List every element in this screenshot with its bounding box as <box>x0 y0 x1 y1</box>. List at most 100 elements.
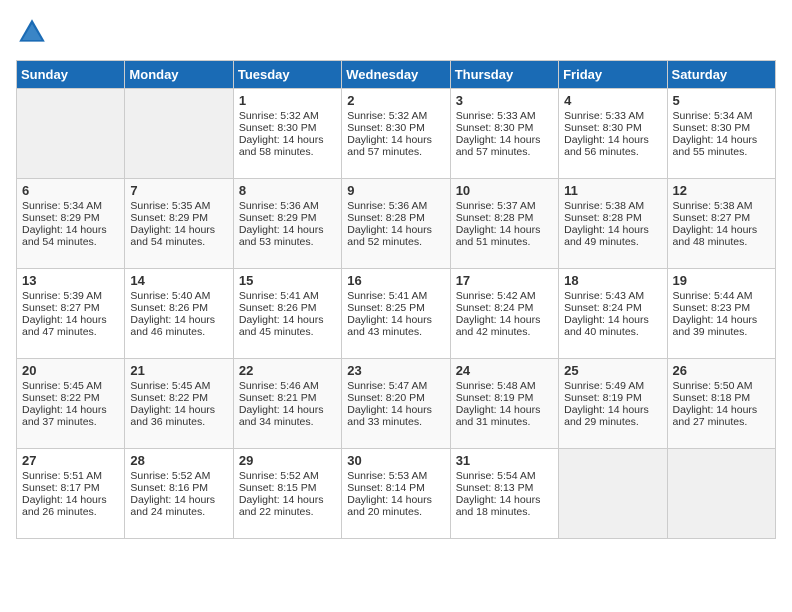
daylight: Daylight: 14 hours and 22 minutes. <box>239 494 324 518</box>
sunrise: Sunrise: 5:46 AM <box>239 380 319 392</box>
sunrise: Sunrise: 5:34 AM <box>673 110 753 122</box>
week-row-1: 1Sunrise: 5:32 AMSunset: 8:30 PMDaylight… <box>17 89 776 179</box>
daylight: Daylight: 14 hours and 54 minutes. <box>130 224 215 248</box>
calendar-cell: 31Sunrise: 5:54 AMSunset: 8:13 PMDayligh… <box>450 449 558 539</box>
calendar-cell: 1Sunrise: 5:32 AMSunset: 8:30 PMDaylight… <box>233 89 341 179</box>
day-number: 28 <box>130 453 227 468</box>
page-header <box>16 16 776 48</box>
sunset: Sunset: 8:20 PM <box>347 392 425 404</box>
calendar-cell: 16Sunrise: 5:41 AMSunset: 8:25 PMDayligh… <box>342 269 450 359</box>
calendar-cell: 4Sunrise: 5:33 AMSunset: 8:30 PMDaylight… <box>559 89 667 179</box>
daylight: Daylight: 14 hours and 27 minutes. <box>673 404 758 428</box>
sunrise: Sunrise: 5:49 AM <box>564 380 644 392</box>
day-number: 21 <box>130 363 227 378</box>
sunset: Sunset: 8:30 PM <box>347 122 425 134</box>
header-day-saturday: Saturday <box>667 61 775 89</box>
calendar-cell: 28Sunrise: 5:52 AMSunset: 8:16 PMDayligh… <box>125 449 233 539</box>
sunrise: Sunrise: 5:40 AM <box>130 290 210 302</box>
calendar-cell: 7Sunrise: 5:35 AMSunset: 8:29 PMDaylight… <box>125 179 233 269</box>
sunset: Sunset: 8:19 PM <box>456 392 534 404</box>
day-number: 19 <box>673 273 770 288</box>
day-number: 11 <box>564 183 661 198</box>
sunset: Sunset: 8:26 PM <box>130 302 208 314</box>
day-number: 10 <box>456 183 553 198</box>
day-number: 18 <box>564 273 661 288</box>
calendar-cell: 8Sunrise: 5:36 AMSunset: 8:29 PMDaylight… <box>233 179 341 269</box>
sunrise: Sunrise: 5:52 AM <box>130 470 210 482</box>
daylight: Daylight: 14 hours and 42 minutes. <box>456 314 541 338</box>
sunset: Sunset: 8:30 PM <box>239 122 317 134</box>
sunset: Sunset: 8:28 PM <box>456 212 534 224</box>
sunrise: Sunrise: 5:36 AM <box>239 200 319 212</box>
sunset: Sunset: 8:28 PM <box>347 212 425 224</box>
sunrise: Sunrise: 5:44 AM <box>673 290 753 302</box>
calendar-cell: 19 Sunrise: 5:44 AMSunset: 8:23 PMDayligh… <box>667 269 775 359</box>
day-number: 25 <box>564 363 661 378</box>
sunset: Sunset: 8:13 PM <box>456 482 534 494</box>
sunrise: Sunrise: 5:33 AM <box>564 110 644 122</box>
calendar-cell: 14Sunrise: 5:40 AMSunset: 8:26 PMDayligh… <box>125 269 233 359</box>
day-number: 6 <box>22 183 119 198</box>
sunset: Sunset: 8:26 PM <box>239 302 317 314</box>
calendar-cell <box>667 449 775 539</box>
sunrise: Sunrise: 5:53 AM <box>347 470 427 482</box>
sunrise: Sunrise: 5:45 AM <box>130 380 210 392</box>
calendar-cell: 26Sunrise: 5:50 AMSunset: 8:18 PMDayligh… <box>667 359 775 449</box>
day-number: 13 <box>22 273 119 288</box>
daylight: Daylight: 14 hours and 52 minutes. <box>347 224 432 248</box>
logo-icon <box>16 16 48 48</box>
sunrise: Sunrise: 5:43 AM <box>564 290 644 302</box>
daylight: Daylight: 14 hours and 48 minutes. <box>673 224 758 248</box>
calendar-cell: 3Sunrise: 5:33 AMSunset: 8:30 PMDaylight… <box>450 89 558 179</box>
daylight: Daylight: 14 hours and 49 minutes. <box>564 224 649 248</box>
sunrise: Sunrise: 5:32 AM <box>347 110 427 122</box>
daylight: Daylight: 14 hours and 29 minutes. <box>564 404 649 428</box>
sunset: Sunset: 8:30 PM <box>456 122 534 134</box>
calendar-cell: 2 Sunrise: 5:32 AMSunset: 8:30 PMDaylight… <box>342 89 450 179</box>
day-number: 4 <box>564 93 661 108</box>
day-number: 8 <box>239 183 336 198</box>
sunset: Sunset: 8:23 PM <box>673 302 751 314</box>
daylight: Daylight: 14 hours and 51 minutes. <box>456 224 541 248</box>
day-number: 20 <box>22 363 119 378</box>
day-number: 3 <box>456 93 553 108</box>
day-number: 1 <box>239 93 336 108</box>
week-row-2: 6Sunrise: 5:34 AMSunset: 8:29 PMDaylight… <box>17 179 776 269</box>
day-number: 29 <box>239 453 336 468</box>
sunset: Sunset: 8:25 PM <box>347 302 425 314</box>
sunset: Sunset: 8:22 PM <box>130 392 208 404</box>
day-number: 9 <box>347 183 444 198</box>
sunset: Sunset: 8:14 PM <box>347 482 425 494</box>
header-day-wednesday: Wednesday <box>342 61 450 89</box>
header-day-thursday: Thursday <box>450 61 558 89</box>
day-number: 2 <box>347 93 444 108</box>
daylight: Daylight: 14 hours and 39 minutes. <box>673 314 758 338</box>
sunset: Sunset: 8:16 PM <box>130 482 208 494</box>
day-number: 14 <box>130 273 227 288</box>
sunrise: Sunrise: 5:38 AM <box>673 200 753 212</box>
header-day-sunday: Sunday <box>17 61 125 89</box>
calendar-cell: 30Sunrise: 5:53 AMSunset: 8:14 PMDayligh… <box>342 449 450 539</box>
day-number: 22 <box>239 363 336 378</box>
daylight: Daylight: 14 hours and 45 minutes. <box>239 314 324 338</box>
day-number: 30 <box>347 453 444 468</box>
calendar-header: SundayMondayTuesdayWednesdayThursdayFrid… <box>17 61 776 89</box>
calendar-cell: 10Sunrise: 5:37 AMSunset: 8:28 PMDayligh… <box>450 179 558 269</box>
logo <box>16 16 52 48</box>
day-number: 15 <box>239 273 336 288</box>
calendar-cell: 23Sunrise: 5:47 AMSunset: 8:20 PMDayligh… <box>342 359 450 449</box>
day-number: 23 <box>347 363 444 378</box>
calendar-cell: 9Sunrise: 5:36 AMSunset: 8:28 PMDaylight… <box>342 179 450 269</box>
calendar-cell: 17Sunrise: 5:42 AMSunset: 8:24 PMDayligh… <box>450 269 558 359</box>
sunset: Sunset: 8:21 PM <box>239 392 317 404</box>
calendar-cell: 6Sunrise: 5:34 AMSunset: 8:29 PMDaylight… <box>17 179 125 269</box>
sunrise: Sunrise: 5:38 AM <box>564 200 644 212</box>
daylight: Daylight: 14 hours and 57 minutes. <box>347 134 432 158</box>
day-number: 31 <box>456 453 553 468</box>
calendar-cell: 29Sunrise: 5:52 AMSunset: 8:15 PMDayligh… <box>233 449 341 539</box>
daylight: Daylight: 14 hours and 56 minutes. <box>564 134 649 158</box>
daylight: Daylight: 14 hours and 31 minutes. <box>456 404 541 428</box>
sunrise: Sunrise: 5:33 AM <box>456 110 536 122</box>
sunset: Sunset: 8:28 PM <box>564 212 642 224</box>
sunset: Sunset: 8:19 PM <box>564 392 642 404</box>
